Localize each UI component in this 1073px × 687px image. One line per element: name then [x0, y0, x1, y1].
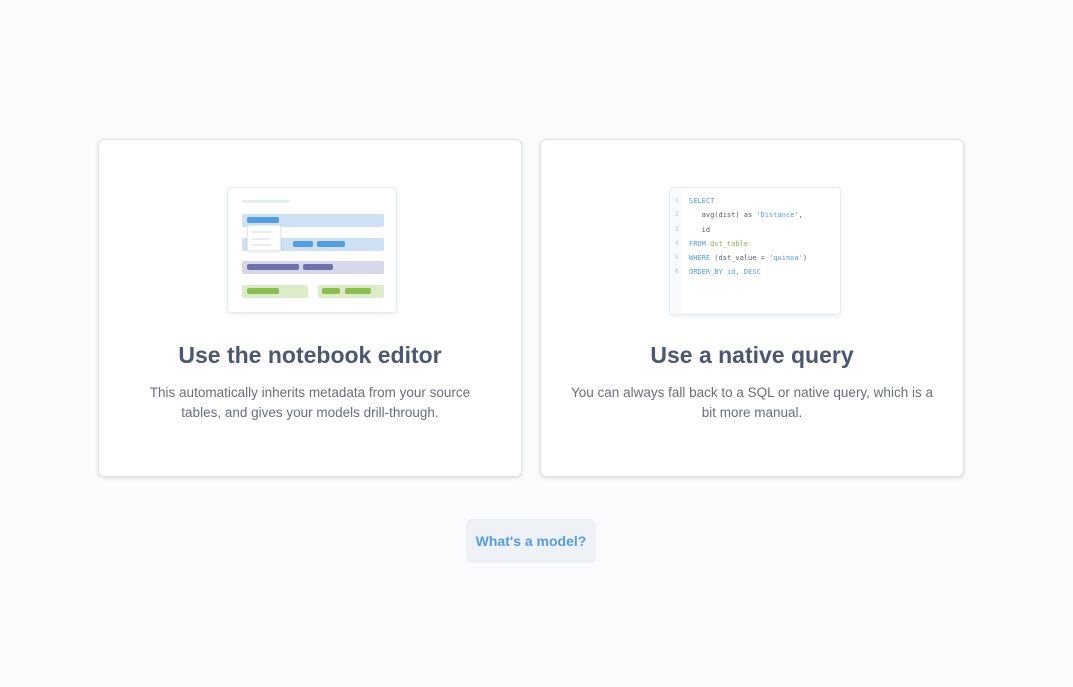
- notebook-editor-illustration: [227, 187, 397, 313]
- code-token: dst_table: [710, 239, 749, 248]
- code-token: avg(dist) as: [689, 211, 757, 220]
- code-line-number: 1: [675, 197, 679, 204]
- code-token: ,: [798, 211, 803, 220]
- native-query-option[interactable]: 1 SELECT 2 avg(dist) as 'Distance', 3 id 4 FR…: [540, 139, 964, 477]
- code-line-number: 5: [675, 254, 679, 262]
- code-line-text: WHERE (dst_value = 'quinoa'): [689, 251, 807, 265]
- illustration-popover-line: [251, 244, 271, 246]
- code-token: WHERE: [689, 254, 715, 263]
- illustration-blue-pill: [247, 217, 279, 223]
- code-token: id, DESC: [726, 268, 761, 277]
- code-token: 'Distance': [756, 211, 799, 220]
- illustration-purple-pill: [247, 264, 299, 270]
- code-token: ORDER_BY: [689, 268, 727, 277]
- native-query-illustration: 1 SELECT 2 avg(dist) as 'Distance', 3 id 4 FR…: [669, 187, 841, 315]
- notebook-editor-description: This automatically inherits metadata fro…: [149, 385, 471, 420]
- code-line-number: 6: [675, 268, 679, 276]
- code-line-number: 2: [675, 211, 679, 219]
- notebook-editor-title: Use the notebook editor: [178, 342, 442, 368]
- code-line-text: ORDER_BY id, DESC: [689, 265, 761, 279]
- illustration-blue-pill: [317, 241, 345, 247]
- native-query-description: You can always fall back to a SQL or nat…: [571, 385, 933, 420]
- code-token: FROM: [689, 239, 711, 248]
- code-token: ): [802, 254, 808, 263]
- code-line-text: avg(dist) as 'Distance',: [689, 208, 803, 222]
- illustration-popover-line: [251, 231, 273, 233]
- illustration-green-pill: [345, 288, 371, 294]
- code-token: 'quinoa': [769, 254, 803, 263]
- code-line-text: id: [689, 223, 710, 237]
- model-creation-page: Use the notebook editor This automatical…: [0, 0, 1073, 687]
- code-line-number: 4: [675, 239, 679, 247]
- notebook-editor-option[interactable]: Use the notebook editor This automatical…: [98, 139, 522, 477]
- code-line-text: SELECT: [689, 194, 714, 208]
- illustration-purple-pill: [303, 264, 333, 270]
- illustration-header-line: [242, 200, 290, 203]
- illustration-green-pill: [322, 288, 340, 294]
- code-line-text: FROM dst_table: [689, 237, 748, 251]
- illustration-blue-pill: [293, 241, 313, 247]
- native-query-title: Use a native query: [650, 342, 854, 368]
- illustration-popover-line: [251, 238, 269, 240]
- whats-a-model-button[interactable]: What's a model?: [466, 519, 596, 563]
- code-token: (dst_value =: [714, 254, 770, 263]
- code-line-number: 3: [675, 225, 679, 233]
- illustration-green-pill: [247, 288, 279, 294]
- code-token: id: [689, 225, 711, 234]
- code-token: SELECT: [689, 197, 715, 205]
